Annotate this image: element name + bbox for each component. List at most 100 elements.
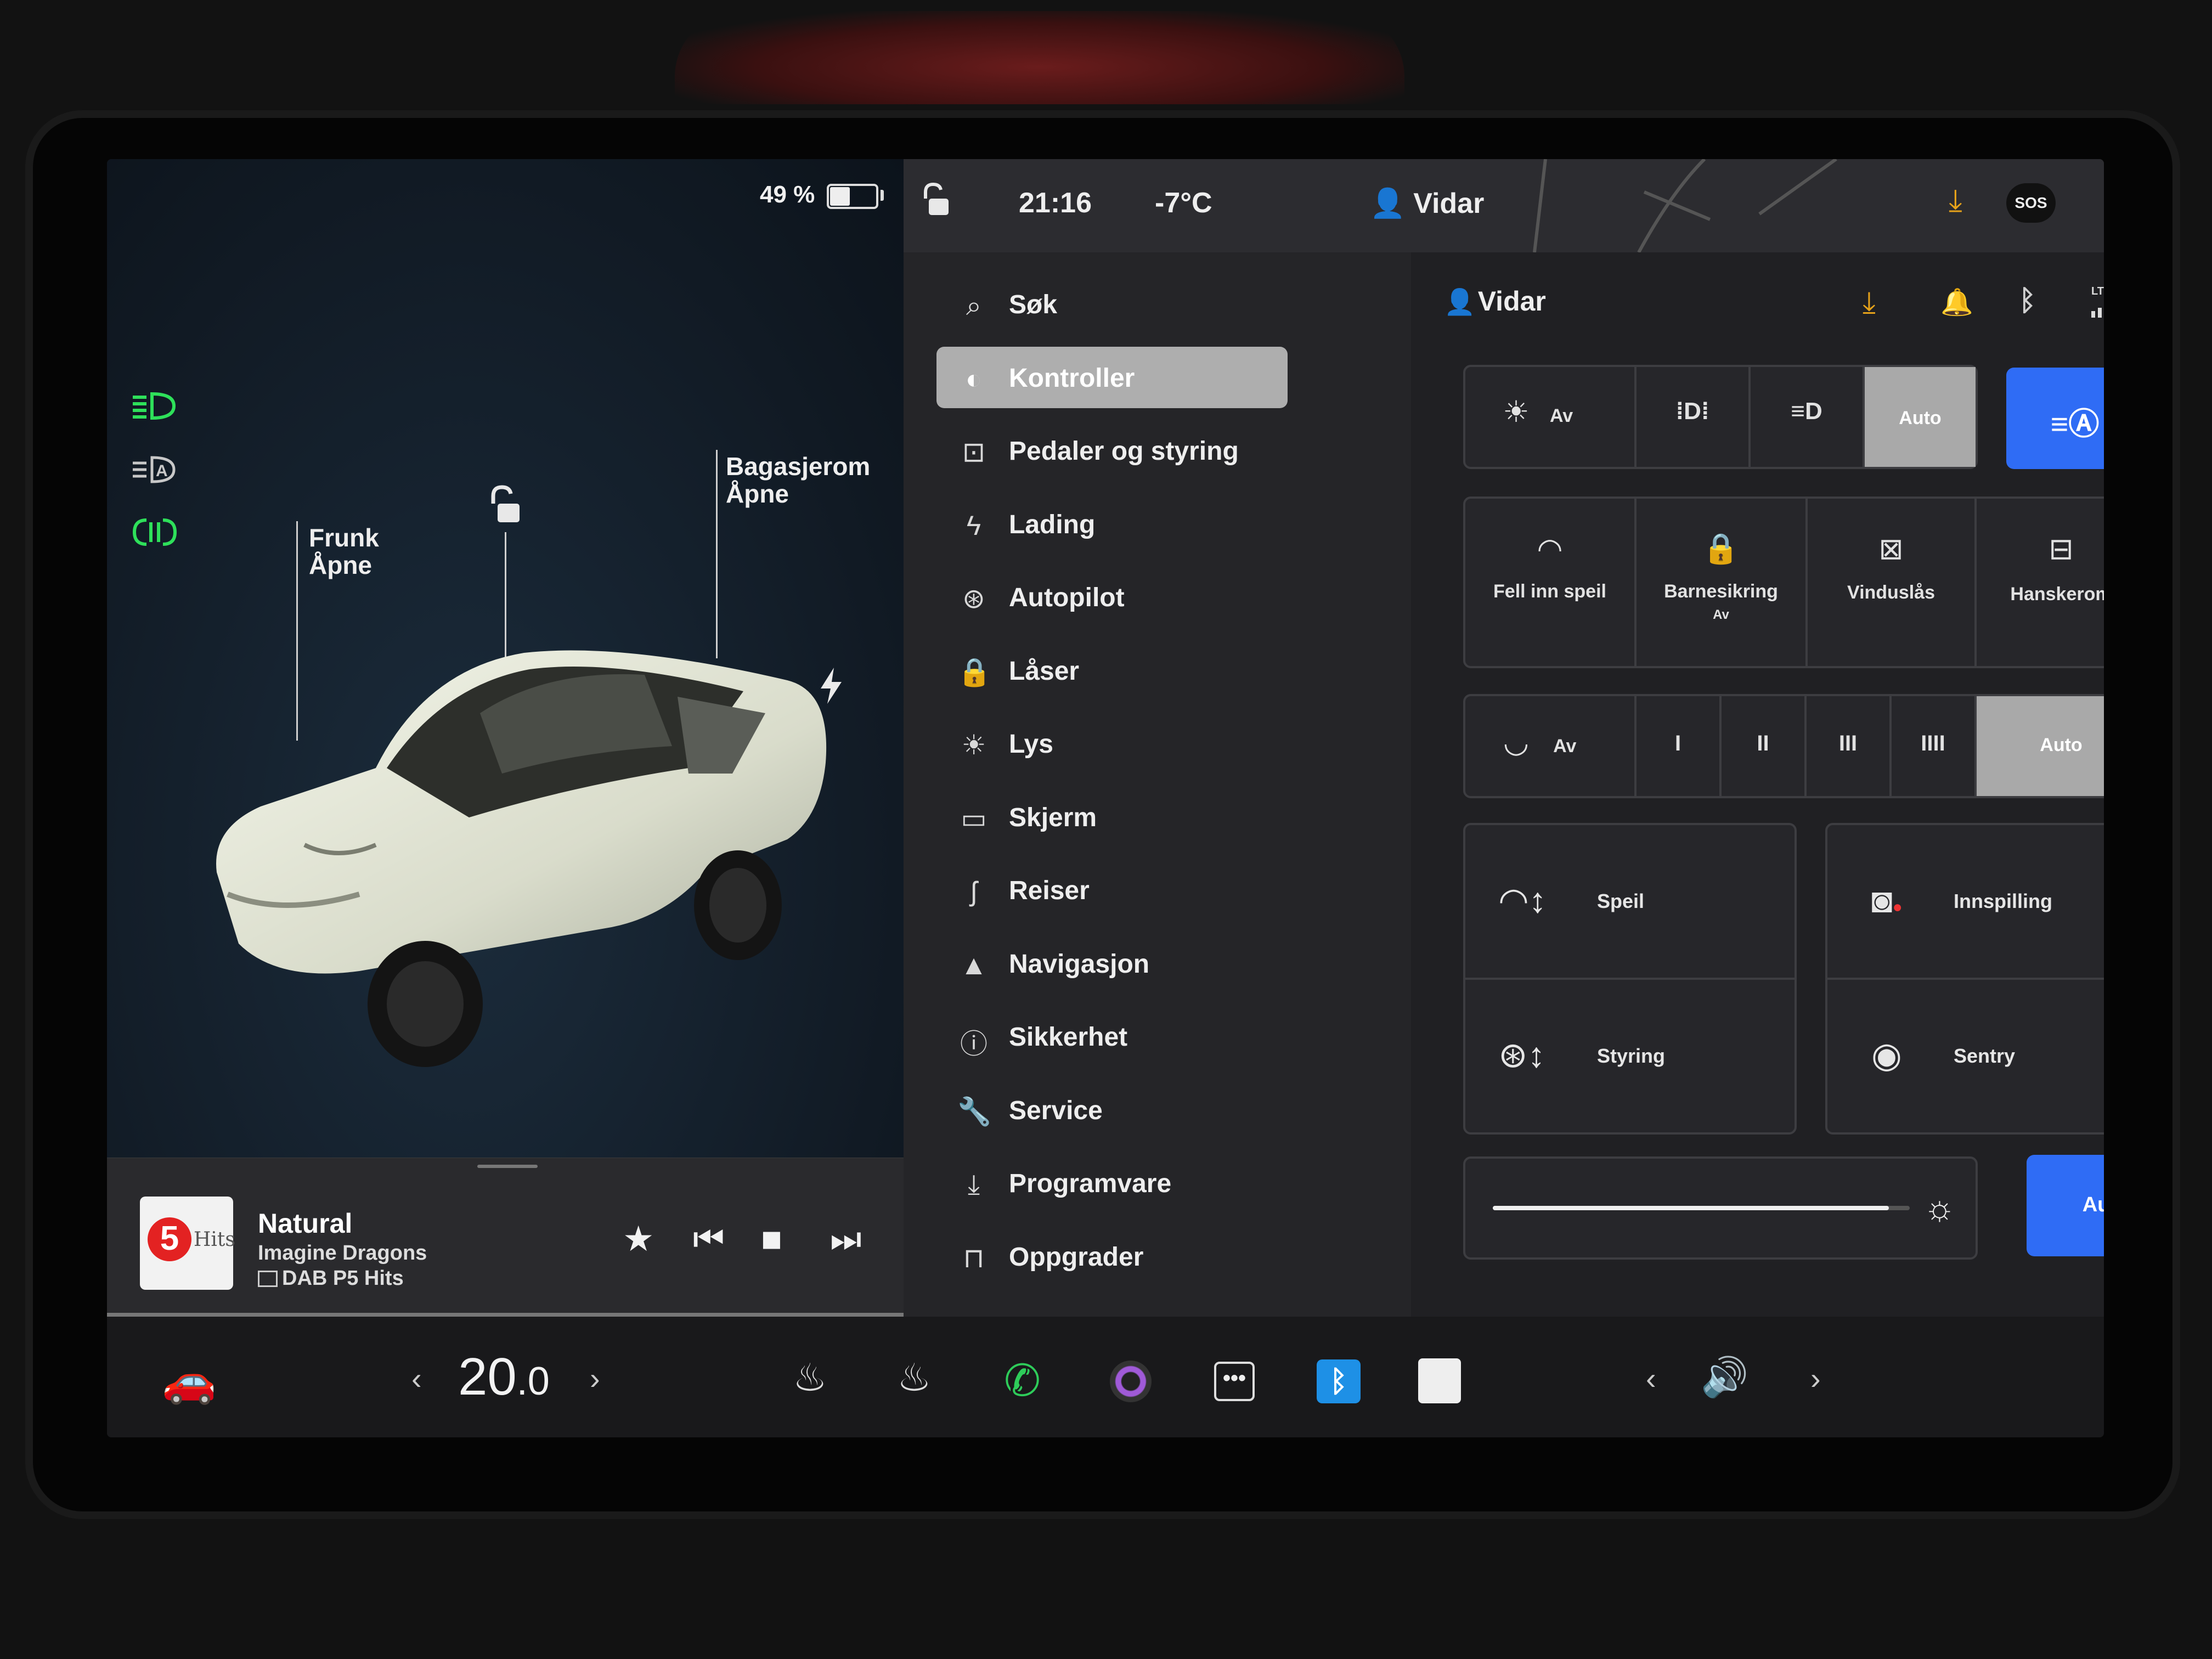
bell-icon[interactable]: 🔔 xyxy=(1940,286,1973,318)
steering-wheel-icon: ⊛ xyxy=(962,583,985,614)
menu-item[interactable]: ⊓ Oppgrader xyxy=(936,1226,1288,1287)
next-track-icon[interactable]: ⏭ xyxy=(830,1218,862,1260)
camera-icon[interactable] xyxy=(1110,1361,1152,1402)
cabin-temperature[interactable]: 20.0 xyxy=(458,1347,550,1407)
stop-icon[interactable]: ■ xyxy=(761,1218,782,1259)
temp-down-chevron-icon[interactable]: ‹ xyxy=(411,1361,422,1396)
menu-item[interactable]: ϟ Lading xyxy=(936,493,1288,555)
menu-item[interactable]: ⤓ Programvare xyxy=(936,1152,1288,1214)
menu-item[interactable]: ⊛ Autopilot xyxy=(936,566,1288,628)
download-icon[interactable]: ⤓ xyxy=(1863,285,1876,320)
lights-off-label: Av xyxy=(1550,405,1573,426)
wiper-speed-3-button[interactable]: III xyxy=(1807,696,1892,796)
more-icon[interactable]: ••• xyxy=(1214,1362,1255,1401)
menu-item-label: Service xyxy=(1009,1096,1103,1125)
defrost-icon[interactable]: ♨ xyxy=(793,1355,827,1400)
temp-up-chevron-icon[interactable]: › xyxy=(590,1361,600,1396)
mirror-adjust-icon: ◠↕ xyxy=(1498,881,1547,920)
lights-auto-button[interactable]: Auto xyxy=(1865,367,1976,467)
station-logo-text: Hits xyxy=(194,1228,235,1251)
media-drawer-handle[interactable] xyxy=(477,1165,538,1168)
volume-icon[interactable]: 🔊 xyxy=(1701,1355,1748,1400)
brightness-auto-button[interactable]: Auto xyxy=(2027,1155,2104,1256)
brightness-fill xyxy=(1493,1206,1889,1210)
dashcam-icon: ◙● xyxy=(1871,881,1903,920)
notes-icon[interactable] xyxy=(1418,1358,1461,1403)
menu-item[interactable]: ⓘ Sikkerhet xyxy=(936,1006,1288,1067)
bluetooth-icon[interactable]: ᛒ xyxy=(1317,1359,1361,1403)
adjust-group-right: ◙● Innspilling ◉ Sentry xyxy=(1825,823,2104,1135)
menu-item[interactable]: ◐ Kontroller xyxy=(936,346,1288,408)
menu-item-label: Lys xyxy=(1009,730,1053,759)
lights-off-button[interactable]: ☀ Av xyxy=(1465,367,1637,467)
map-preview[interactable] xyxy=(1529,159,2078,252)
glovebox-button[interactable]: ⊟ Hanskerom xyxy=(1977,499,2104,666)
dab-icon xyxy=(258,1271,278,1287)
menu-item[interactable]: ▭ Skjerm xyxy=(936,786,1288,848)
temperature-whole: 20 xyxy=(458,1347,517,1406)
mirror-adjust-button[interactable]: ◠↕ Speil xyxy=(1465,825,1795,980)
car-model-image[interactable] xyxy=(195,587,842,1081)
previous-track-icon[interactable]: ⏮ xyxy=(693,1218,725,1260)
wiper-speed-group: ◡ Av I II III IIII Auto xyxy=(1463,694,2104,798)
safety-icon: ⓘ xyxy=(960,1029,988,1059)
auto-high-beam-button[interactable]: ≡Ⓐ xyxy=(2006,368,2104,469)
download-icon[interactable]: ⤓ xyxy=(1949,182,1962,219)
favorite-star-icon[interactable]: ★ xyxy=(623,1218,654,1260)
menu-item-label: Autopilot xyxy=(1009,583,1125,612)
dashcam-record-button[interactable]: ◙● Innspilling xyxy=(1827,825,2104,980)
steering-adjust-button[interactable]: ⊛↕ Styring xyxy=(1465,980,1795,1132)
controls-profile[interactable]: 👤 Vidar xyxy=(1444,285,1546,317)
volume-down-chevron-icon[interactable]: ‹ xyxy=(1646,1361,1656,1396)
glovebox-icon: ⊟ xyxy=(2049,533,2074,566)
frunk-state: Åpne xyxy=(309,551,372,579)
menu-item-label: Navigasjon xyxy=(1009,949,1150,979)
lights-on-button[interactable]: ≡D xyxy=(1751,367,1865,467)
driver-profile[interactable]: 👤 Vidar xyxy=(1370,187,1484,220)
menu-item[interactable]: ▲ Navigasjon xyxy=(936,933,1288,994)
volume-up-chevron-icon[interactable]: › xyxy=(1810,1361,1821,1396)
wiper-speed-1-button[interactable]: I xyxy=(1637,696,1722,796)
bottom-dock: 🚗 ‹ 20.0 › ♨ ♨ ✆ ••• ᛒ ‹ 🔊 › xyxy=(107,1317,2104,1437)
mirror-icon: ◠ xyxy=(1537,533,1563,566)
sos-button[interactable]: SOS xyxy=(2006,183,2056,223)
unlock-icon[interactable] xyxy=(919,181,952,219)
wiper-icon: ◡ xyxy=(1503,726,1529,759)
trunk-callout[interactable]: Bagasjerom Åpne xyxy=(726,453,870,507)
menu-item-label: Lading xyxy=(1009,510,1096,539)
child-lock-label: Barnesikring xyxy=(1664,581,1778,602)
media-player[interactable]: 5 Hits Natural Imagine Dragons DAB P5 Hi… xyxy=(107,1158,904,1317)
brightness-slider[interactable]: ☼ xyxy=(1463,1156,1978,1260)
sun-icon: ☀ xyxy=(961,730,986,760)
lightning-icon: ϟ xyxy=(966,510,981,541)
unlock-icon[interactable] xyxy=(486,483,524,529)
menu-item[interactable]: ⊡ Pedaler og styring xyxy=(936,420,1288,481)
quick-controls-group: ◠ Fell inn speil 🔒 Barnesikring Av ⊠ Vin… xyxy=(1463,496,2104,668)
phone-icon[interactable]: ✆ xyxy=(1004,1355,1041,1406)
menu-item[interactable]: 🔧 Service xyxy=(936,1079,1288,1141)
menu-item[interactable]: ☀ Lys xyxy=(936,713,1288,774)
bag-icon: ⊓ xyxy=(963,1242,985,1273)
menu-item[interactable]: 🔒 Låser xyxy=(936,640,1288,701)
menu-item[interactable]: ⌕ Søk xyxy=(936,273,1288,335)
fold-mirrors-button[interactable]: ◠ Fell inn speil xyxy=(1465,499,1637,666)
menu-item[interactable]: ʃ Reiser xyxy=(936,859,1288,921)
lte-signal-icon: LTE xyxy=(2091,285,2104,318)
child-lock-button[interactable]: 🔒 Barnesikring Av xyxy=(1637,499,1808,666)
sentry-mode-button[interactable]: ◉ Sentry xyxy=(1827,980,2104,1132)
frunk-callout[interactable]: Frunk Åpne xyxy=(309,524,379,579)
trunk-state: Åpne xyxy=(726,479,789,508)
seat-heater-icon[interactable]: ♨ xyxy=(897,1355,932,1400)
car-icon[interactable]: 🚗 xyxy=(162,1355,217,1407)
svg-text:A: A xyxy=(156,462,168,480)
wipers-auto-button[interactable]: Auto xyxy=(1977,696,2104,796)
window-lock-button[interactable]: ⊠ Vinduslås xyxy=(1808,499,1977,666)
wipers-off-button[interactable]: ◡ Av xyxy=(1465,696,1637,796)
sentry-icon: ◉ xyxy=(1871,1035,1902,1075)
wiper-speed-4-button[interactable]: IIII xyxy=(1892,696,1977,796)
song-artist: Imagine Dragons xyxy=(258,1242,427,1265)
parking-lights-button[interactable]: ⁞D⁞ xyxy=(1637,367,1751,467)
status-bar: 21:16 -7°C 👤 Vidar ⤓ SOS xyxy=(904,159,2104,252)
wiper-speed-2-button[interactable]: II xyxy=(1722,696,1807,796)
bluetooth-icon[interactable]: ᛒ xyxy=(2019,284,2036,317)
